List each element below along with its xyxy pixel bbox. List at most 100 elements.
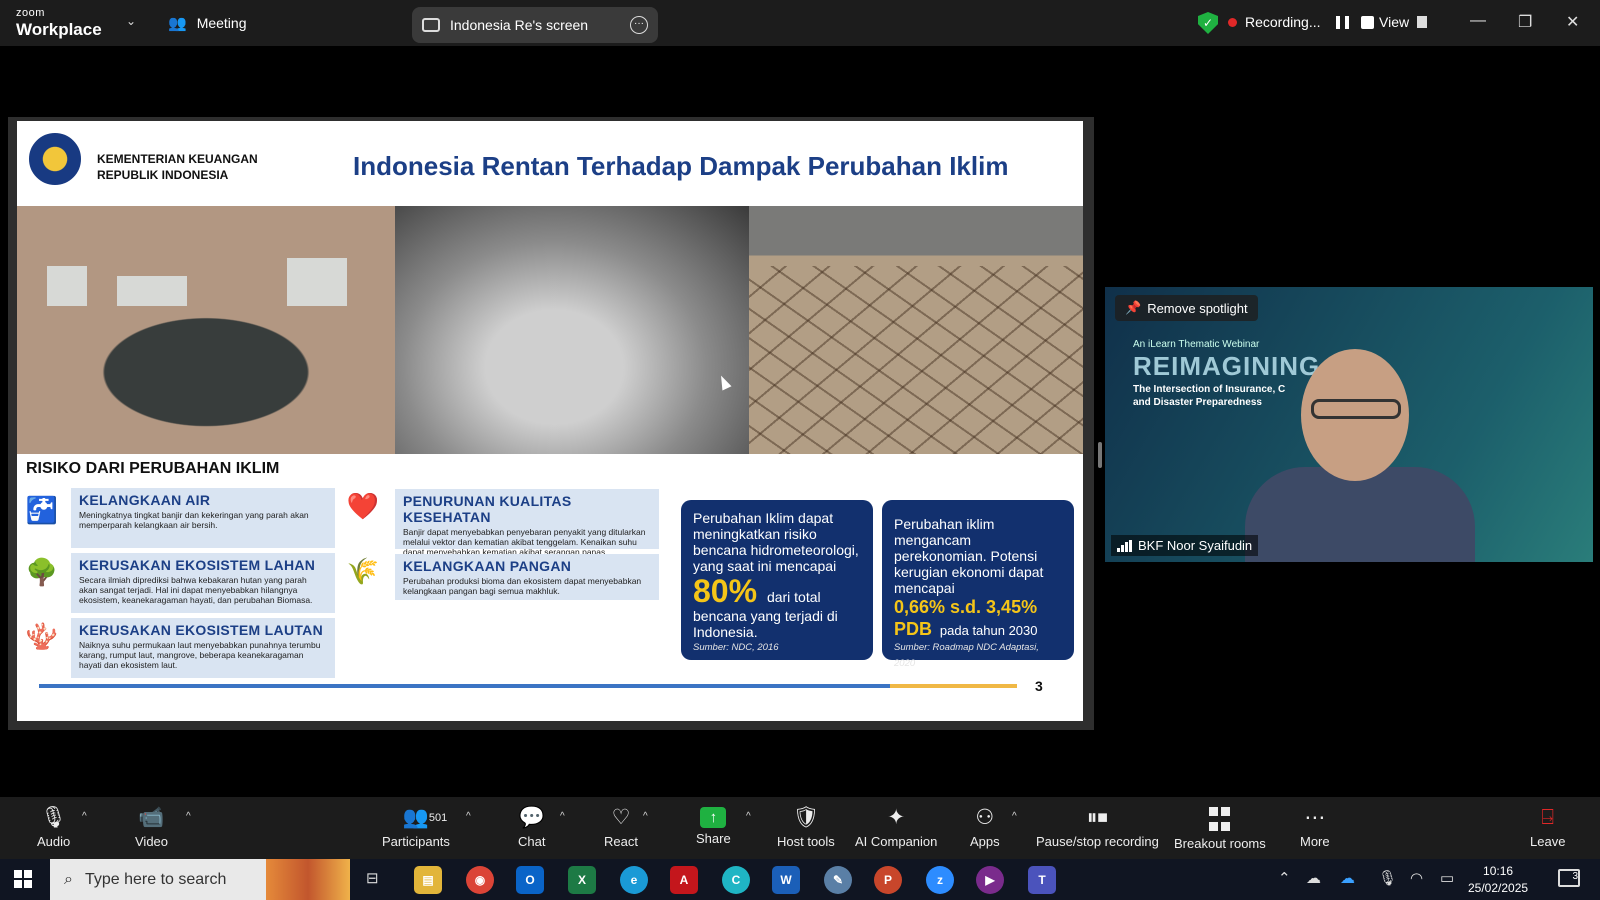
progress-divider xyxy=(39,684,1017,688)
pause-stop-label: Pause/stop recording xyxy=(1036,834,1159,849)
canva-icon[interactable]: C xyxy=(722,866,750,894)
apps-caret-icon[interactable]: ^ xyxy=(1012,811,1017,822)
host-tools-button[interactable]: 🛡 Host tools xyxy=(777,805,835,849)
zoom-logo[interactable]: zoom Workplace xyxy=(16,8,102,39)
windows-taskbar: ⌕ Type here to search ⊟ ▤ ◉ O X e A C W … xyxy=(0,859,1600,900)
screen-share-pill[interactable]: Indonesia Re's screen ··· xyxy=(412,7,658,43)
display-icon[interactable]: ▭ xyxy=(1440,869,1454,887)
stat-big-value: 0,66% s.d. 3,45% xyxy=(894,597,1038,617)
share-button[interactable]: ↑ Share xyxy=(696,805,731,846)
taskbar-search-box[interactable]: ⌕ Type here to search xyxy=(50,859,350,900)
chrome-icon[interactable]: ◉ xyxy=(466,866,494,894)
audio-options-caret-icon[interactable]: ^ xyxy=(82,811,87,822)
meeting-menu[interactable]: 👥 Meeting xyxy=(168,14,247,32)
video-options-caret-icon[interactable]: ^ xyxy=(186,811,191,822)
react-caret-icon[interactable]: ^ xyxy=(643,811,648,822)
media-player-icon[interactable]: ▶ xyxy=(976,866,1004,894)
trees-icon: 🌳 xyxy=(25,556,59,587)
building-shape xyxy=(47,266,87,306)
chevron-down-icon[interactable]: ⌄ xyxy=(126,14,136,28)
stat-big-value: 80% xyxy=(693,573,758,609)
outlook-icon[interactable]: O xyxy=(516,866,544,894)
system-clock[interactable]: 10:16 25/02/2025 xyxy=(1468,863,1528,897)
network-cloud-icon[interactable]: ☁ xyxy=(1306,869,1321,887)
powerpoint-icon[interactable]: P xyxy=(874,866,902,894)
stop-recording-icon[interactable] xyxy=(1361,15,1375,29)
chat-label: Chat xyxy=(518,834,546,849)
drought-photo xyxy=(749,206,1083,454)
stat-source: Sumber: Roadmap NDC Adaptasi, 2020 xyxy=(894,642,1039,669)
risk-title: KELANGKAAN PANGAN xyxy=(403,558,572,574)
minimize-icon[interactable]: — xyxy=(1470,12,1486,30)
pause-recording-icon[interactable] xyxy=(1336,15,1350,29)
speaker-video-tile[interactable]: An iLearn Thematic Webinar REIMAGINING R… xyxy=(1105,287,1593,562)
acrobat-icon[interactable]: A xyxy=(670,866,698,894)
restore-icon[interactable]: ❐ xyxy=(1518,12,1532,32)
recording-indicator: Recording... xyxy=(1228,14,1375,30)
pause-stop-recording-button[interactable]: ⏸⏹ Pause/stop recording xyxy=(1036,805,1159,849)
microphone-icon[interactable]: 🎙 xyxy=(1378,869,1397,887)
tagline-line-2: and Disaster Preparedness xyxy=(1133,397,1262,408)
chat-caret-icon[interactable]: ^ xyxy=(560,811,565,822)
breakout-label: Breakout rooms xyxy=(1174,836,1266,851)
encryption-shield-icon[interactable]: ✓ xyxy=(1198,12,1218,34)
apps-label: Apps xyxy=(970,834,1000,849)
share-source-label: Indonesia Re's screen xyxy=(450,17,589,33)
breakout-rooms-button[interactable]: Breakout rooms xyxy=(1174,805,1266,851)
leave-button[interactable]: ⍈ Leave xyxy=(1530,805,1565,849)
risk-title: PENURUNAN KUALITAS KESEHATAN xyxy=(403,493,572,525)
participants-caret-icon[interactable]: ^ xyxy=(466,811,471,822)
risk-desc: Secara ilmiah diprediksi bahwa kebakaran… xyxy=(79,575,313,605)
more-button[interactable]: ⋯ More xyxy=(1300,805,1330,849)
react-button[interactable]: ♡ React xyxy=(604,805,638,849)
search-placeholder: Type here to search xyxy=(84,870,227,888)
wifi-icon[interactable]: ◠ xyxy=(1410,869,1423,887)
view-menu[interactable]: View xyxy=(1379,14,1428,30)
breakout-rooms-icon xyxy=(1209,807,1231,833)
share-screen-icon: ↑ xyxy=(700,807,727,828)
participants-button[interactable]: 👥 501 Participants xyxy=(382,805,450,849)
windows-start-icon[interactable] xyxy=(14,870,32,888)
remove-spotlight-button[interactable]: 📌 Remove spotlight xyxy=(1115,295,1258,321)
sparkle-icon: ✦ xyxy=(887,806,905,829)
task-view-icon[interactable]: ⊟ xyxy=(366,869,379,887)
tagline-line-1: The Intersection of Insurance, C xyxy=(1133,384,1286,395)
stat-big2-value: PDB xyxy=(894,619,933,639)
show-hidden-icons-icon[interactable]: ⌃ xyxy=(1278,869,1291,887)
more-options-icon[interactable]: ··· xyxy=(630,16,648,34)
organization-name: KEMENTERIAN KEUANGAN REPUBLIK INDONESIA xyxy=(97,151,258,183)
apps-button[interactable]: ⚇ Apps xyxy=(970,805,1000,849)
onedrive-icon[interactable]: ☁ xyxy=(1340,869,1355,887)
file-explorer-icon[interactable]: ▤ xyxy=(414,866,442,894)
excel-icon[interactable]: X xyxy=(568,866,596,894)
stat-tail: bencana yang terjadi di Indonesia. xyxy=(693,608,838,640)
word-icon[interactable]: W xyxy=(772,866,800,894)
shared-slide: KEMENTERIAN KEUANGAN REPUBLIK INDONESIA … xyxy=(17,121,1083,721)
org-line-1: KEMENTERIAN KEUANGAN xyxy=(97,152,258,166)
storm-surge-photo xyxy=(395,206,749,454)
water-tap-icon: 🚰 xyxy=(25,494,59,525)
stat-source: Sumber: NDC, 2016 xyxy=(693,642,779,653)
ai-companion-button[interactable]: ✦ AI Companion xyxy=(855,805,937,849)
risk-desc: Naiknya suhu permukaan laut menyebabkan … xyxy=(79,640,321,670)
teams-icon[interactable]: T xyxy=(1028,866,1056,894)
share-caret-icon[interactable]: ^ xyxy=(746,811,751,822)
risk-card-ocean: KERUSAKAN EKOSISTEM LAUTAN Naiknya suhu … xyxy=(71,618,335,678)
edge-icon[interactable]: e xyxy=(620,866,648,894)
screen-icon xyxy=(422,18,440,32)
chat-button[interactable]: 💬 Chat xyxy=(518,805,545,849)
close-icon[interactable]: ✕ xyxy=(1566,12,1579,32)
audio-button[interactable]: 🎙 Audio xyxy=(37,805,70,849)
clock-date: 25/02/2025 xyxy=(1468,881,1529,895)
cracked-earth xyxy=(749,266,1083,454)
stat-box-disaster: Perubahan Iklim dapat meningkatkan risik… xyxy=(681,500,873,660)
participant-name: BKF Noor Syaifudin xyxy=(1138,538,1253,553)
spotlight-label: Remove spotlight xyxy=(1147,300,1248,316)
zoom-taskbar-icon[interactable]: z xyxy=(926,866,954,894)
notifications-icon[interactable]: 3 xyxy=(1558,869,1580,887)
paint-icon[interactable]: ✎ xyxy=(824,866,852,894)
video-label: Video xyxy=(135,834,169,849)
resize-splitter[interactable] xyxy=(1098,442,1102,468)
video-button[interactable]: 📹 Video xyxy=(135,805,168,849)
recording-label: Recording... xyxy=(1245,14,1321,30)
